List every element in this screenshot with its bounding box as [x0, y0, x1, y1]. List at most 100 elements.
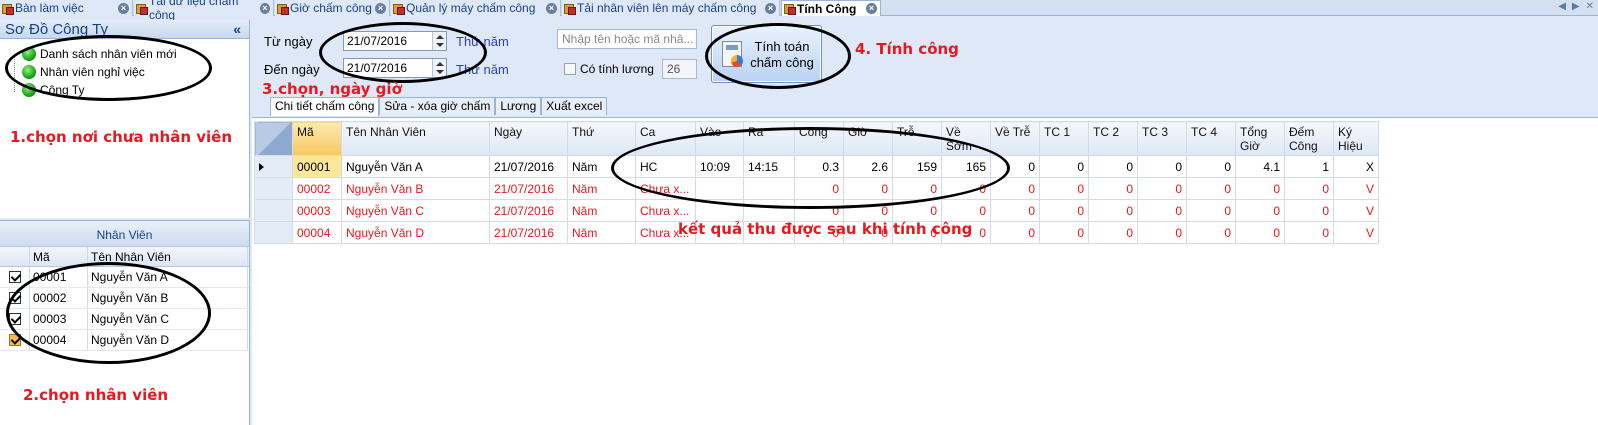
grid-cell-16[interactable]: 4.1	[1235, 155, 1285, 178]
row-indicator[interactable]	[254, 155, 293, 178]
grid-cell-16[interactable]: 0	[1235, 199, 1285, 222]
grid-cell-0[interactable]: 00001	[292, 155, 342, 178]
annotation-step3: 3.chọn, ngày giờ	[262, 80, 402, 98]
tab-chi-tiet[interactable]: Chi tiết chấm công	[270, 97, 380, 116]
col-thu[interactable]: Thứ	[567, 121, 636, 156]
grid-cell-3[interactable]: Năm	[567, 221, 636, 244]
col-ky-hieu[interactable]: Ký Hiệu	[1333, 121, 1379, 156]
grid-cell-11[interactable]: 0	[990, 199, 1040, 222]
annotation-ellipse-dates	[319, 22, 487, 83]
chevron-right-icon[interactable]: ▶	[1572, 1, 1580, 12]
tab-luong[interactable]: Lương	[495, 97, 542, 115]
grid-cell-10[interactable]: 0	[941, 199, 991, 222]
close-icon[interactable]: ✕	[1586, 1, 1594, 12]
collapse-icon[interactable]: «	[233, 21, 241, 37]
col-tc1[interactable]: TC 1	[1039, 121, 1089, 156]
grid-cell-13[interactable]: 0	[1088, 221, 1138, 244]
document-tab-strip: Bàn làm việc × Tải dữ liệu chấm công × G…	[0, 0, 1598, 22]
checkbox-column-header[interactable]	[0, 247, 30, 266]
tab-tinh-cong[interactable]: Tính Công ×	[781, 0, 881, 16]
grid-cell-15[interactable]: 0	[1186, 177, 1236, 200]
grid-cell-12[interactable]: 0	[1039, 155, 1089, 178]
grid-corner[interactable]	[254, 121, 293, 156]
annotation-step4: 4. Tính công	[855, 40, 959, 58]
grid-cell-0[interactable]: 00003	[292, 199, 342, 222]
grid-cell-14[interactable]: 0	[1137, 155, 1187, 178]
chevron-left-icon[interactable]: ◀	[1558, 1, 1566, 12]
col-ten[interactable]: Tên Nhân Viên	[341, 121, 490, 156]
workdays-input[interactable]: 26	[662, 59, 697, 79]
grid-cell-2[interactable]: 21/07/2016	[489, 199, 568, 222]
grid-cell-14[interactable]: 0	[1137, 177, 1187, 200]
row-indicator[interactable]	[254, 199, 293, 222]
grid-cell-18[interactable]: V	[1333, 221, 1379, 244]
grid-cell-1[interactable]: Nguyễn Văn A	[341, 155, 490, 178]
tab-xuat-excel[interactable]: Xuất excel	[541, 97, 608, 115]
grid-cell-2[interactable]: 21/07/2016	[489, 177, 568, 200]
tab-sua-xoa[interactable]: Sửa - xóa giờ chấm	[379, 97, 496, 115]
row-indicator[interactable]	[254, 177, 293, 200]
annotation-ellipse-tree	[5, 35, 212, 101]
col-tc2[interactable]: TC 2	[1088, 121, 1138, 156]
grid-cell-18[interactable]: V	[1333, 199, 1379, 222]
grid-cell-13[interactable]: 0	[1088, 155, 1138, 178]
tab-scroll: ◀ ▶ ✕	[1558, 1, 1594, 12]
grid-cell-1[interactable]: Nguyễn Văn B	[341, 177, 490, 200]
grid-cell-0[interactable]: 00002	[292, 177, 342, 200]
grid-cell-16[interactable]: 0	[1235, 221, 1285, 244]
close-icon[interactable]: ×	[866, 3, 877, 14]
grid-cell-17[interactable]: 0	[1284, 199, 1334, 222]
grid-cell-1[interactable]: Nguyễn Văn D	[341, 221, 490, 244]
grid-cell-15[interactable]: 0	[1186, 155, 1236, 178]
close-icon[interactable]: ×	[118, 2, 129, 14]
grid-cell-18[interactable]: X	[1333, 155, 1379, 178]
grid-cell-12[interactable]: 0	[1039, 199, 1089, 222]
grid-cell-15[interactable]: 0	[1186, 221, 1236, 244]
col-ngay[interactable]: Ngày	[489, 121, 568, 156]
employee-checkbox[interactable]	[8, 271, 21, 283]
grid-cell-14[interactable]: 0	[1137, 199, 1187, 222]
tab-tai-nhan-vien[interactable]: Tải nhân viên lên máy chấm công ×	[562, 0, 780, 16]
grid-cell-2[interactable]: 21/07/2016	[489, 155, 568, 178]
col-dem-cong[interactable]: Đếm Công	[1284, 121, 1334, 156]
col-tc4[interactable]: TC 4	[1186, 121, 1236, 156]
grid-cell-1[interactable]: Nguyễn Văn C	[341, 199, 490, 222]
grid-cell-3[interactable]: Năm	[567, 199, 636, 222]
grid-cell-15[interactable]: 0	[1186, 199, 1236, 222]
tab-tai-du-lieu[interactable]: Tải dữ liệu chấm công ×	[134, 0, 274, 22]
row-indicator[interactable]	[254, 221, 293, 244]
annotation-result: kết quả thu được sau khi tính công	[678, 220, 973, 238]
grid-cell-14[interactable]: 0	[1137, 221, 1187, 244]
grid-cell-13[interactable]: 0	[1088, 199, 1138, 222]
col-ve-tre[interactable]: Về Trễ	[990, 121, 1040, 156]
col-ma[interactable]: Mã	[292, 121, 342, 156]
grid-cell-16[interactable]: 0	[1235, 177, 1285, 200]
tab-ban-lam-viec[interactable]: Bàn làm việc ×	[0, 0, 133, 16]
module-icon	[393, 3, 405, 15]
col-tong-gio[interactable]: Tổng Giờ	[1235, 121, 1285, 156]
grid-cell-18[interactable]: V	[1333, 177, 1379, 200]
salary-checkbox[interactable]	[564, 63, 576, 75]
module-icon	[564, 3, 576, 15]
grid-cell-12[interactable]: 0	[1039, 177, 1089, 200]
to-date-label: Đến ngày	[264, 62, 320, 77]
grid-cell-2[interactable]: 21/07/2016	[489, 221, 568, 244]
tab-label: Tải dữ liệu chấm công	[149, 0, 239, 22]
annotation-step2: 2.chọn nhân viên	[23, 386, 169, 404]
col-tc3[interactable]: TC 3	[1137, 121, 1187, 156]
grid-cell-13[interactable]: 0	[1088, 177, 1138, 200]
tab-quan-ly-may[interactable]: Quản lý máy chấm công ×	[391, 0, 561, 16]
grid-cell-12[interactable]: 0	[1039, 221, 1089, 244]
close-icon[interactable]: ×	[546, 2, 557, 14]
grid-cell-17[interactable]: 1	[1284, 155, 1334, 178]
grid-cell-0[interactable]: 00004	[292, 221, 342, 244]
close-icon[interactable]: ×	[259, 2, 270, 14]
close-icon[interactable]: ×	[765, 2, 776, 14]
tab-gio-cham-cong[interactable]: Giờ chấm công ×	[275, 0, 390, 16]
grid-cell-17[interactable]: 0	[1284, 177, 1334, 200]
grid-cell-11[interactable]: 0	[990, 221, 1040, 244]
grid-cell-17[interactable]: 0	[1284, 221, 1334, 244]
close-icon[interactable]: ×	[375, 2, 386, 14]
employee-search-input[interactable]: Nhập tên hoặc mã nhâ...	[557, 29, 697, 49]
grid-cell-4[interactable]: Chưa x...	[635, 199, 696, 222]
